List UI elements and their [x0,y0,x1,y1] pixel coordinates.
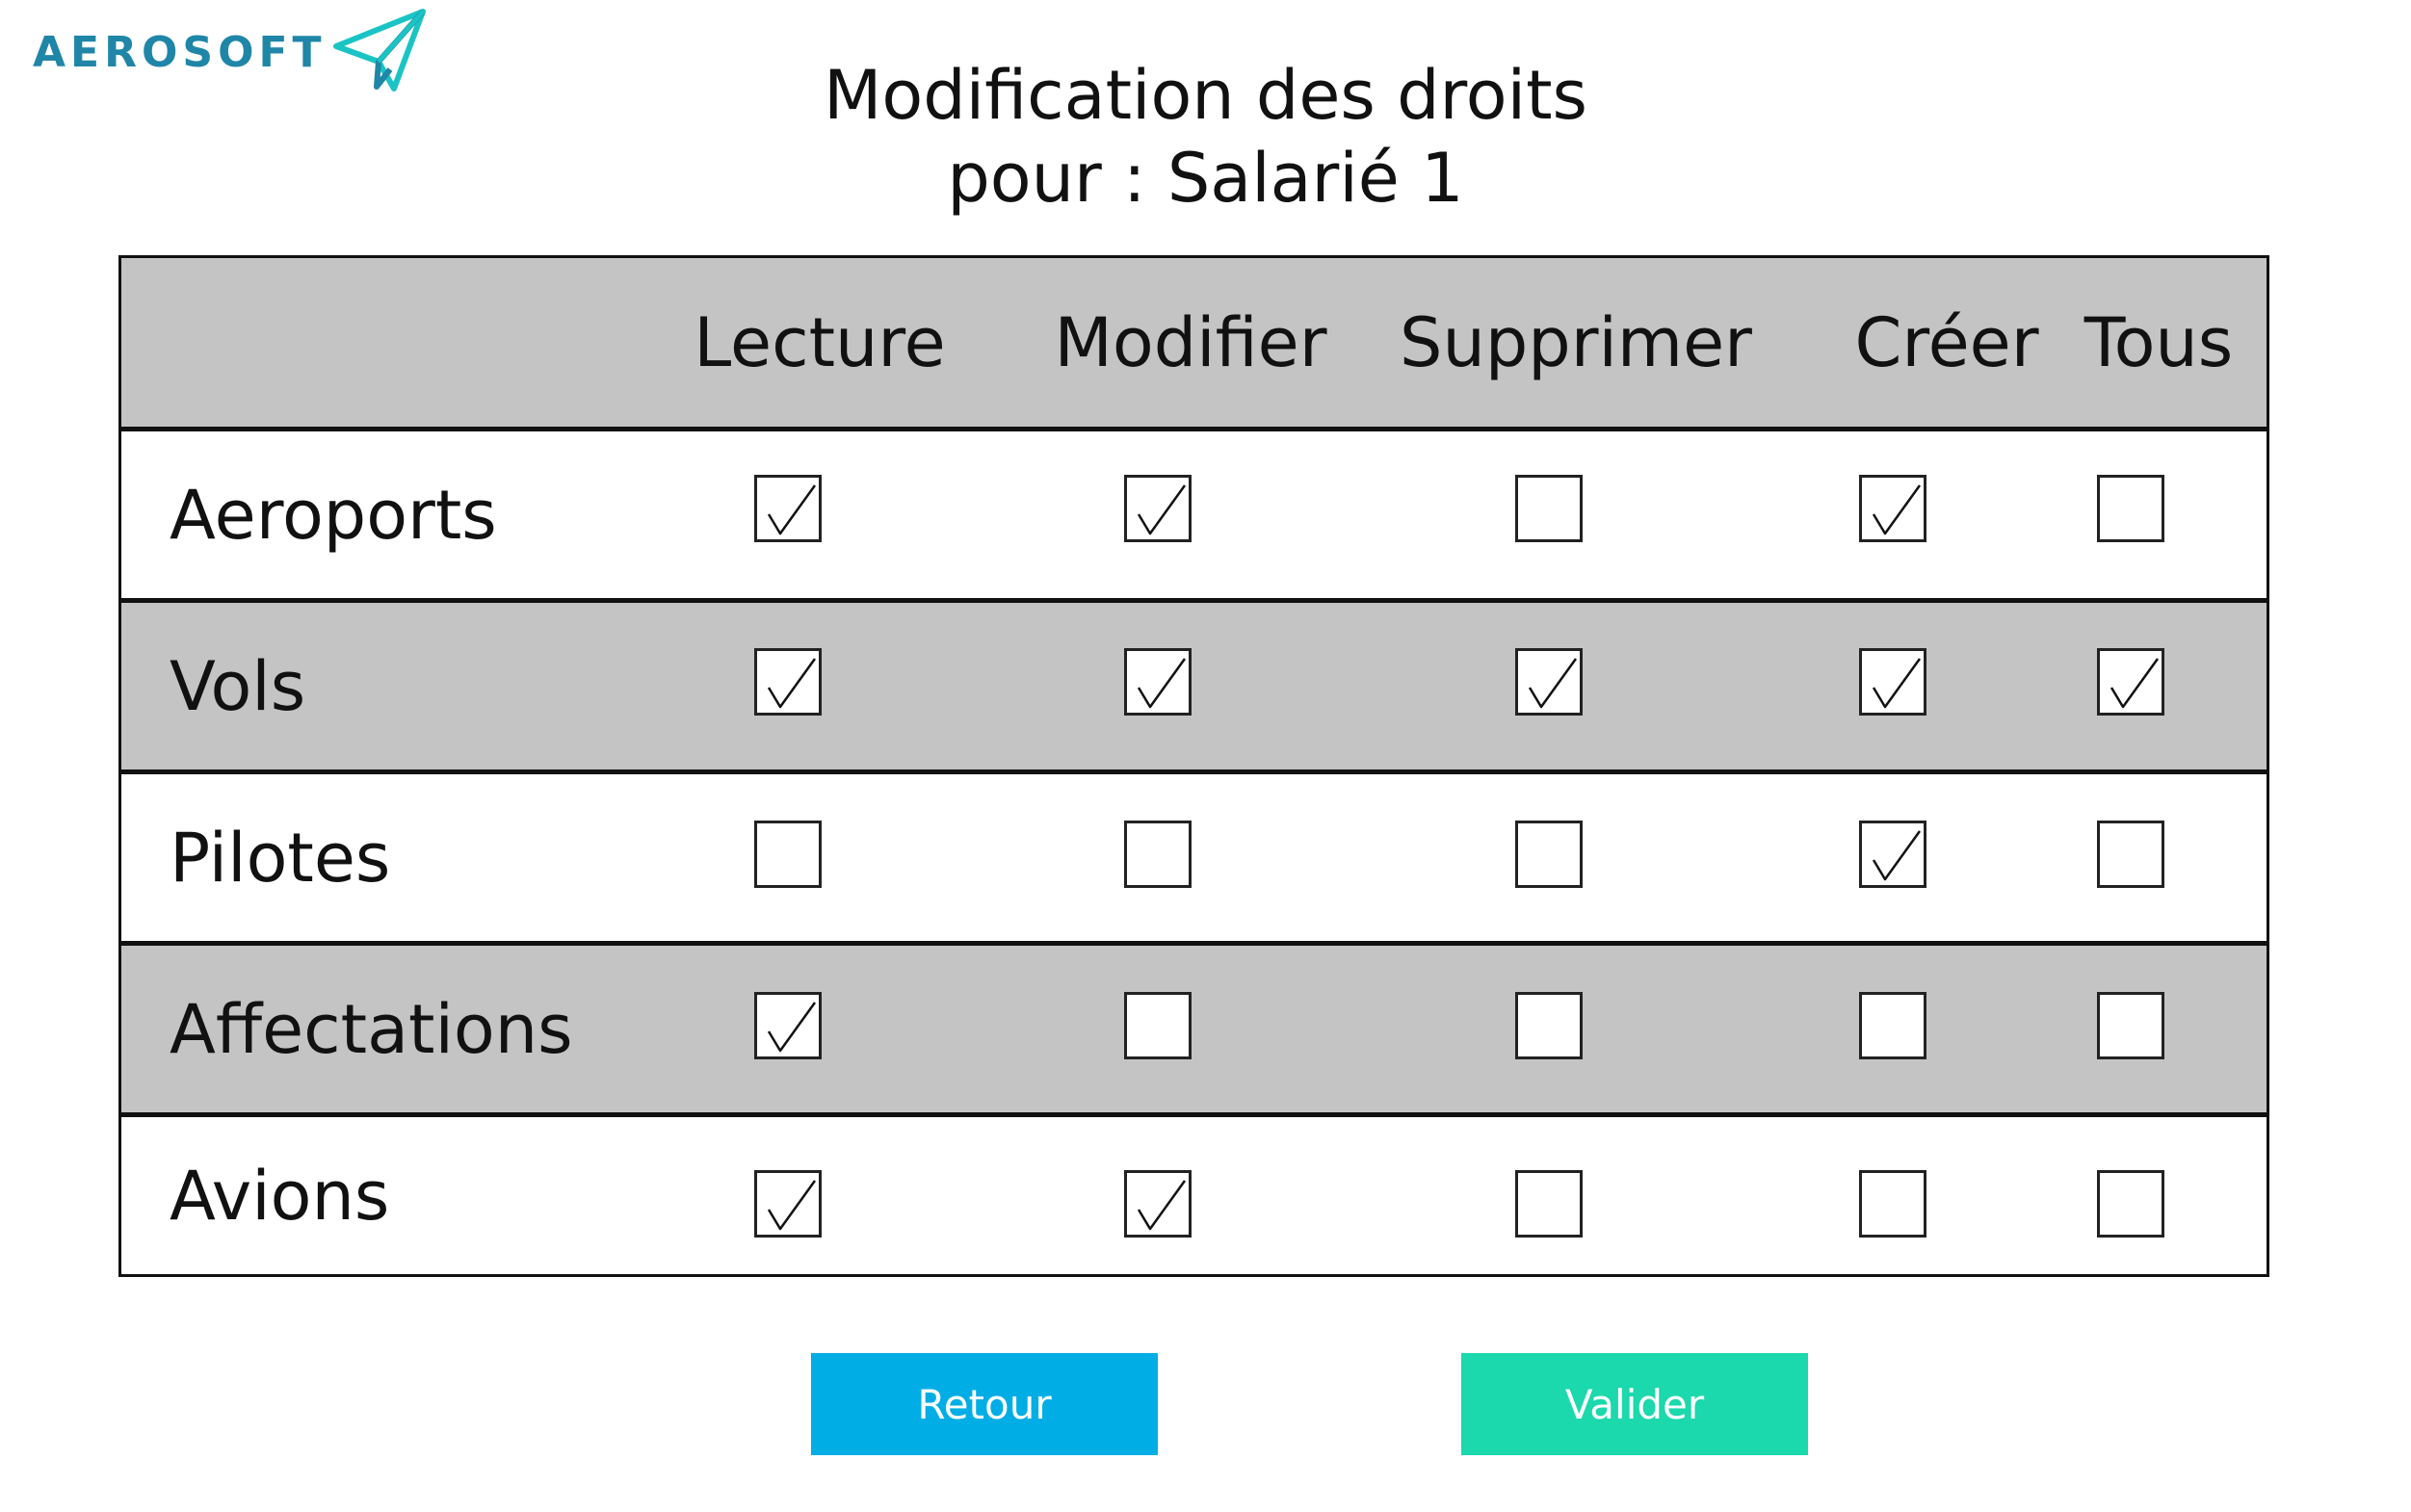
page-title-line-2: pour : Salarié 1 [947,139,1464,218]
table-row-vols: Vols [121,598,2267,769]
checkmark-icon [2110,658,2160,709]
row-label-pilotes: Pilotes [170,818,391,898]
checkbox-vols-tous[interactable] [2097,648,2164,716]
checkmark-icon [1137,658,1187,709]
column-header-tous: Tous [2083,302,2234,382]
checkmark-icon [1872,484,1922,535]
checkbox-avions-lecture[interactable] [754,1170,822,1238]
checkbox-aeroports-tous[interactable] [2097,475,2164,542]
checkbox-vols-lecture[interactable] [754,648,822,716]
checkbox-pilotes-supprimer[interactable] [1515,821,1583,888]
checkbox-affectations-tous[interactable] [2097,992,2164,1059]
checkbox-aeroports-creer[interactable] [1859,475,1926,542]
checkbox-pilotes-tous[interactable] [2097,821,2164,888]
checkbox-avions-supprimer[interactable] [1515,1170,1583,1238]
checkbox-affectations-creer[interactable] [1859,992,1926,1059]
permissions-table: Lecture Modifier Supprimer Créer Tous Ae… [118,255,2269,1277]
checkbox-avions-tous[interactable] [2097,1170,2164,1238]
checkmark-icon [1137,484,1187,535]
table-row-aeroports: Aeroports [121,427,2267,598]
validate-button[interactable]: Valider [1461,1353,1808,1455]
row-label-vols: Vols [170,646,306,726]
column-header-lecture: Lecture [694,302,946,382]
checkmark-icon [767,658,817,709]
checkbox-affectations-supprimer[interactable] [1515,992,1583,1059]
column-header-supprimer: Supprimer [1400,302,1752,382]
row-label-avions: Avions [170,1156,390,1236]
table-header-row: Lecture Modifier Supprimer Créer Tous [121,258,2267,427]
page-title-line-1: Modification des droits [823,56,1587,135]
table-row-affectations: Affectations [121,941,2267,1112]
table-row-avions: Avions [121,1112,2267,1274]
checkbox-vols-supprimer[interactable] [1515,648,1583,716]
checkbox-vols-creer[interactable] [1859,648,1926,716]
row-label-affectations: Affectations [170,989,573,1069]
checkbox-aeroports-supprimer[interactable] [1515,475,1583,542]
checkbox-affectations-lecture[interactable] [754,992,822,1059]
checkmark-icon [1872,830,1922,881]
table-row-pilotes: Pilotes [121,769,2267,941]
checkbox-avions-modifier[interactable] [1124,1170,1192,1238]
row-label-aeroports: Aeroports [170,475,497,555]
paper-plane-icon [332,9,426,91]
checkmark-icon [1137,1180,1187,1231]
checkbox-avions-creer[interactable] [1859,1170,1926,1238]
checkbox-pilotes-modifier[interactable] [1124,821,1192,888]
checkmark-icon [1528,658,1578,709]
checkbox-aeroports-modifier[interactable] [1124,475,1192,542]
page-title: Modification des droits pour : Salarié 1 [578,54,1833,220]
checkbox-aeroports-lecture[interactable] [754,475,822,542]
checkbox-pilotes-creer[interactable] [1859,821,1926,888]
brand-logo: AEROSOFT [33,8,429,96]
checkmark-icon [1872,658,1922,709]
checkmark-icon [767,1180,817,1231]
checkbox-vols-modifier[interactable] [1124,648,1192,716]
column-header-modifier: Modifier [1054,302,1327,382]
checkmark-icon [767,484,817,535]
checkmark-icon [767,1002,817,1053]
brand-name: AEROSOFT [33,27,327,77]
checkbox-affectations-modifier[interactable] [1124,992,1192,1059]
checkbox-pilotes-lecture[interactable] [754,821,822,888]
back-button[interactable]: Retour [811,1353,1158,1455]
